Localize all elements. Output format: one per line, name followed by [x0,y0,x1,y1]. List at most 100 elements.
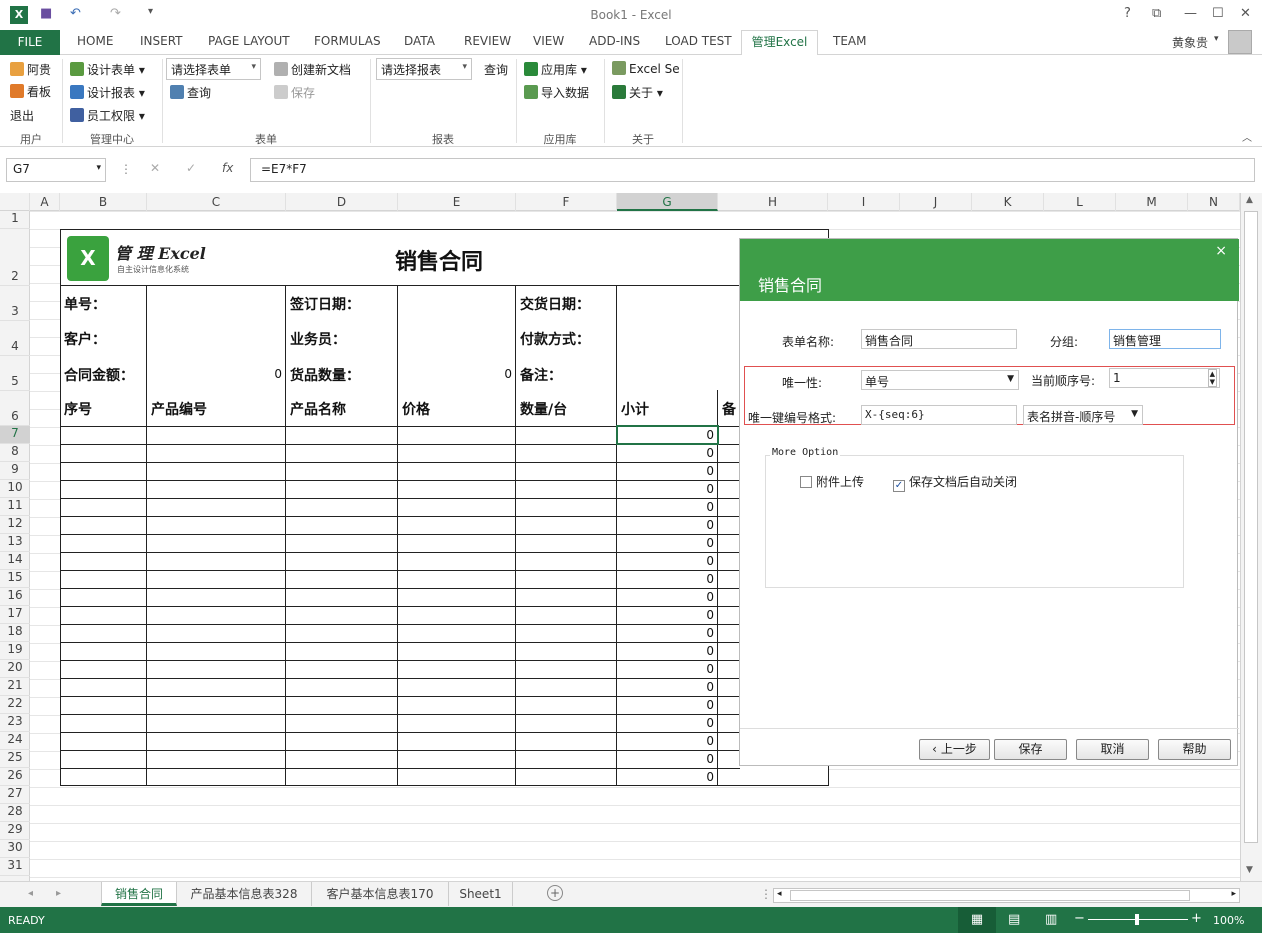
scroll-up-icon[interactable]: ▲ [1246,195,1253,205]
subtotal-cell[interactable]: 0 [620,590,714,604]
scroll-tabs-right-icon[interactable]: ▸ [56,888,61,899]
subtotal-cell[interactable]: 0 [620,644,714,658]
user-dropdown-icon[interactable]: ▾ [1214,34,1219,44]
report-select[interactable]: 请选择报表 ▾ [376,58,472,80]
amount-value[interactable]: 0 [240,367,282,381]
format-input[interactable]: X-{seq:6} [861,405,1017,425]
row-header[interactable]: 3 [0,286,30,321]
scroll-down-icon[interactable]: ▼ [1246,865,1253,875]
vertical-scrollbar[interactable]: ▲ ▼ [1240,193,1262,881]
scroll-right-icon[interactable]: ▸ [1231,889,1236,899]
column-header[interactable]: N [1188,193,1240,211]
subtotal-cell[interactable]: 0 [620,554,714,568]
save-document-button[interactable]: 保存 [274,84,315,101]
row-header[interactable]: 2 [0,229,30,286]
minimize-icon[interactable]: — [1184,6,1197,21]
subtotal-cell[interactable]: 0 [620,572,714,586]
column-header[interactable]: K [972,193,1044,211]
sheet-tab-sales-contract[interactable]: 销售合同 [101,882,177,906]
row-header[interactable]: 13 [0,534,30,552]
subtotal-cell[interactable]: 0 [620,500,714,514]
tab-review[interactable]: REVIEW [464,34,511,48]
maximize-icon[interactable]: ☐ [1212,6,1224,21]
row-header[interactable]: 30 [0,840,30,858]
column-header[interactable]: M [1116,193,1188,211]
row-header[interactable]: 15 [0,570,30,588]
row-header[interactable]: 29 [0,822,30,840]
scroll-left-icon[interactable]: ◂ [777,889,782,899]
column-header[interactable]: J [900,193,972,211]
row-header[interactable]: 18 [0,624,30,642]
subtotal-cell[interactable]: 0 [620,662,714,676]
new-document-button[interactable]: 创建新文档 [274,61,351,78]
subtotal-cell[interactable]: 0 [620,428,714,442]
close-icon[interactable]: × [1215,243,1227,259]
column-header[interactable]: L [1044,193,1116,211]
add-sheet-icon[interactable]: + [547,885,563,901]
row-header[interactable]: 1 [0,211,30,229]
tab-formulas[interactable]: FORMULAS [314,34,381,48]
row-header[interactable]: 10 [0,480,30,498]
save-button[interactable]: 保存 [994,739,1067,760]
column-header[interactable]: B [60,193,147,211]
import-data-button[interactable]: 导入数据 [524,84,589,101]
cancel-button[interactable]: 取消 [1076,739,1149,760]
scroll-thumb[interactable] [1244,211,1258,843]
subtotal-cell[interactable]: 0 [620,464,714,478]
row-header[interactable]: 20 [0,660,30,678]
help-button[interactable]: 帮助 [1158,739,1231,760]
excel-service-button[interactable]: Excel Se [612,61,680,76]
column-header[interactable]: A [30,193,60,211]
avatar[interactable] [1228,30,1252,54]
page-break-view-icon[interactable]: ▥ [1045,912,1057,927]
sheet-tab-sheet1[interactable]: Sheet1 [449,882,513,906]
tab-file[interactable]: FILE [0,30,60,55]
enter-icon[interactable]: ✓ [186,161,196,175]
report-query-button[interactable]: 查询 [484,61,508,78]
row-header[interactable]: 26 [0,768,30,786]
row-header[interactable]: 9 [0,462,30,480]
app-library-button[interactable]: 应用库 ▾ [524,61,587,78]
select-all-corner[interactable] [0,193,30,211]
column-header[interactable]: E [398,193,516,211]
column-header[interactable]: H [718,193,828,211]
column-header[interactable]: G [617,193,718,211]
attachment-checkbox[interactable]: 附件上传 [800,473,864,490]
user-name[interactable]: 黄象贵 [1172,34,1208,51]
zoom-level[interactable]: 100% [1213,914,1244,927]
row-header[interactable]: 31 [0,858,30,876]
scroll-tabs-left-icon[interactable]: ◂ [28,888,33,899]
unique-select[interactable]: 单号 ▼ [861,370,1019,390]
group-input[interactable]: 销售管理 [1109,329,1221,349]
subtotal-cell[interactable]: 0 [620,752,714,766]
about-button[interactable]: 关于 ▾ [612,84,663,101]
tab-add-ins[interactable]: ADD-INS [589,34,640,48]
format-select[interactable]: 表名拼音-顺序号 ▼ [1023,405,1143,425]
tab-page-layout[interactable]: PAGE LAYOUT [208,34,290,48]
name-box[interactable]: G7 ▾ [6,158,106,182]
staff-permission-button[interactable]: 员工权限 ▾ [70,107,145,124]
tab-team[interactable]: TEAM [833,34,866,48]
stepper-arrows-icon[interactable]: ▲ ▼ [1207,369,1217,387]
tab-data[interactable]: DATA [404,34,435,48]
row-header[interactable]: 19 [0,642,30,660]
close-icon[interactable]: ✕ [1240,6,1251,21]
subtotal-cell[interactable]: 0 [620,608,714,622]
page-layout-view-icon[interactable]: ▤ [1008,912,1020,927]
row-header[interactable]: 8 [0,444,30,462]
design-form-button[interactable]: 设计表单 ▾ [70,61,145,78]
previous-step-button[interactable]: ‹ 上一步 [919,739,990,760]
subtotal-cell[interactable]: 0 [620,536,714,550]
tab-insert[interactable]: INSERT [140,34,183,48]
subtotal-cell[interactable]: 0 [620,518,714,532]
column-header[interactable]: C [147,193,286,211]
sheet-tab-customers[interactable]: 客户基本信息表170 [312,882,449,906]
zoom-out-icon[interactable]: − [1074,911,1085,926]
design-report-button[interactable]: 设计报表 ▾ [70,84,145,101]
auto-close-checkbox[interactable]: ✓ 保存文档后自动关闭 [893,473,1017,492]
column-header[interactable]: F [516,193,617,211]
scroll-thumb[interactable] [790,890,1190,901]
row-header[interactable]: 5 [0,356,30,391]
cancel-icon[interactable]: ✕ [150,161,160,175]
subtotal-cell[interactable]: 0 [620,680,714,694]
